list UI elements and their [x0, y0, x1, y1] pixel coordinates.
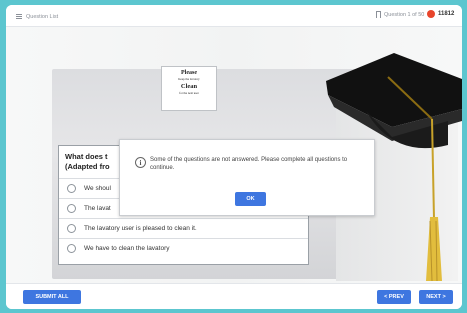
answer-option-label: The lavatory user is pleased to clean it…: [84, 225, 197, 232]
ok-button[interactable]: OK: [235, 192, 266, 206]
lavatory-sign-image: Please Keep the lavatory Clean for the n…: [161, 66, 217, 111]
answer-option-4[interactable]: We have to clean the lavatory: [59, 238, 308, 258]
info-icon: i: [135, 157, 146, 168]
answer-option-3[interactable]: The lavatory user is pleased to clean it…: [59, 218, 308, 238]
sign-line-2: Keep the lavatory: [178, 77, 200, 81]
answer-option-label: The lavat: [84, 205, 111, 212]
exam-window: Question List Question 1 of 50 11812 Ple…: [6, 5, 462, 309]
prev-button[interactable]: < PREV: [377, 290, 411, 304]
question-title: What does t (Adapted fro: [65, 152, 110, 171]
menu-icon: [16, 14, 22, 19]
question-list-label: Question List: [26, 13, 59, 20]
bookmark-icon[interactable]: [376, 11, 381, 18]
top-bar: Question List Question 1 of 50 11812: [6, 5, 462, 27]
answer-option-label: We have to clean the lavatory: [84, 245, 170, 252]
sign-line-1: Please: [181, 70, 197, 76]
unanswered-warning-dialog: i Some of the questions are not answered…: [119, 139, 375, 216]
radio-icon[interactable]: [67, 224, 76, 233]
radio-icon[interactable]: [67, 244, 76, 253]
next-button[interactable]: NEXT >: [419, 290, 453, 304]
timer: 11812: [427, 10, 454, 18]
question-counter-text: Question 1 of 50: [384, 11, 425, 18]
radio-icon[interactable]: [67, 204, 76, 213]
question-counter: Question 1 of 50: [376, 11, 424, 18]
timer-dot-icon: [427, 10, 435, 18]
answer-option-label: We shoul: [84, 185, 111, 192]
bottom-bar: SUBMIT ALL < PREV NEXT >: [6, 283, 462, 309]
question-list-button[interactable]: Question List: [16, 11, 58, 22]
question-stage: Please Keep the lavatory Clean for the n…: [6, 27, 462, 283]
submit-all-button[interactable]: SUBMIT ALL: [23, 290, 81, 304]
sign-line-4: for the next user: [179, 91, 199, 95]
radio-icon[interactable]: [67, 184, 76, 193]
sign-line-3: Clean: [180, 83, 198, 90]
dialog-message: Some of the questions are not answered. …: [150, 157, 348, 171]
timer-value: 11812: [438, 11, 455, 17]
